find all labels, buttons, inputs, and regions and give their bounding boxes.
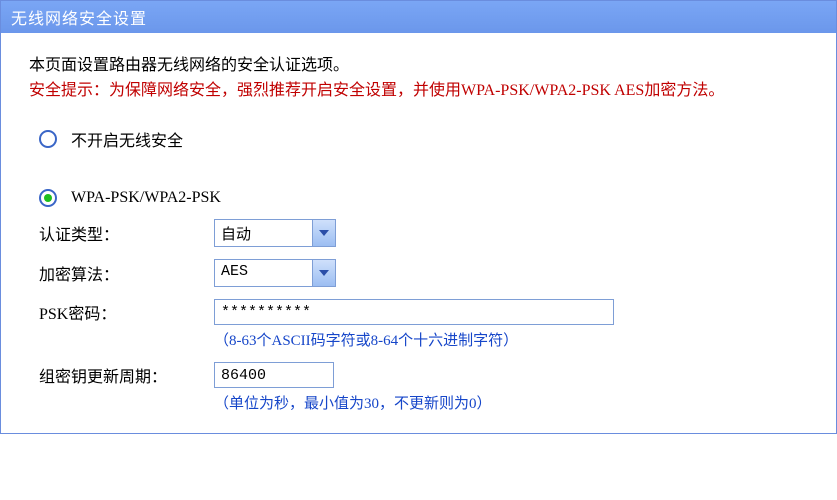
panel-title: 无线网络安全设置: [1, 1, 836, 33]
chevron-down-icon: [312, 260, 335, 286]
psk-label: PSK密码：: [39, 300, 214, 324]
psk-row: PSK密码：: [39, 299, 808, 325]
option-disable-label: 不开启无线安全: [71, 127, 183, 151]
cipher-select[interactable]: AES: [214, 259, 336, 287]
option-wpa-row: WPA-PSK/WPA2-PSK: [39, 189, 808, 207]
option-wpa-label: WPA-PSK/WPA2-PSK: [71, 189, 221, 207]
rekey-input[interactable]: [214, 362, 334, 388]
wireless-security-panel: 无线网络安全设置 本页面设置路由器无线网络的安全认证选项。 安全提示：为保障网络…: [0, 0, 837, 434]
auth-type-label: 认证类型：: [39, 221, 214, 245]
auth-type-row: 认证类型： 自动: [39, 219, 808, 247]
cipher-row: 加密算法： AES: [39, 259, 808, 287]
radio-disable-security[interactable]: [39, 130, 57, 148]
option-disable-row: 不开启无线安全: [39, 127, 808, 151]
chevron-down-icon: [312, 220, 335, 246]
radio-wpa-psk[interactable]: [39, 189, 57, 207]
security-warning: 安全提示：为保障网络安全，强烈推荐开启安全设置，并使用WPA-PSK/WPA2-…: [29, 79, 808, 103]
cipher-label: 加密算法：: [39, 261, 214, 285]
intro-text: 本页面设置路由器无线网络的安全认证选项。: [29, 51, 808, 75]
rekey-hint: （单位为秒，最小值为30，不更新则为0）: [214, 392, 808, 413]
auth-type-select[interactable]: 自动: [214, 219, 336, 247]
panel-content: 本页面设置路由器无线网络的安全认证选项。 安全提示：为保障网络安全，强烈推荐开启…: [1, 33, 836, 433]
auth-type-value: 自动: [215, 220, 312, 246]
psk-hint: （8-63个ASCII码字符或8-64个十六进制字符）: [214, 329, 808, 350]
rekey-label: 组密钥更新周期：: [39, 363, 214, 387]
cipher-value: AES: [215, 260, 312, 286]
rekey-row: 组密钥更新周期：: [39, 362, 808, 388]
psk-input[interactable]: [214, 299, 614, 325]
